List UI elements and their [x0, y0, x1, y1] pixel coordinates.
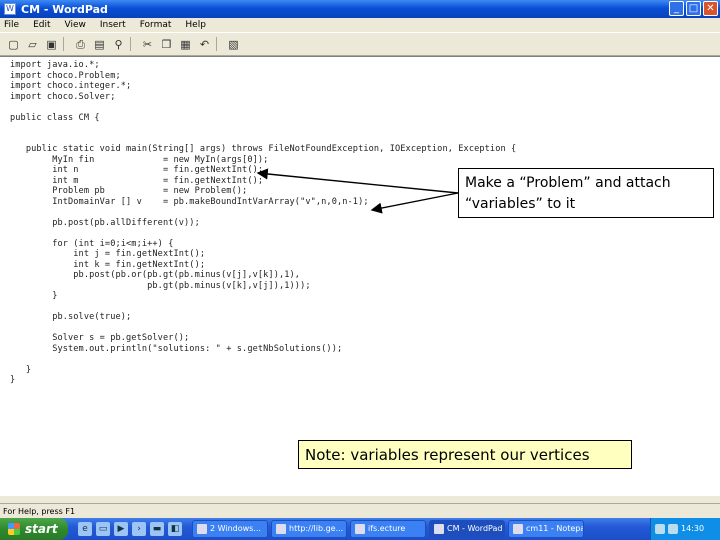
folder-icon — [197, 524, 207, 534]
toolbar-separator — [63, 37, 69, 51]
status-bar: For Help, press F1 — [0, 503, 720, 518]
tray-icon[interactable] — [668, 524, 678, 534]
menu-bar: File Edit View Insert Format Help — [0, 18, 720, 32]
code-text[interactable]: import java.io.*; import choco.Problem; im… — [10, 60, 516, 386]
window-title: CM - WordPad — [21, 2, 108, 16]
code-line: import choco.Problem; — [10, 70, 121, 81]
toolbar-separator — [130, 37, 136, 51]
notepad-icon — [513, 524, 523, 534]
code-line: } — [10, 375, 16, 385]
code-line: int n = fin.getNextInt(); — [10, 165, 264, 175]
code-line: IntDomainVar [] v = pb.makeBoundIntVarAr… — [10, 196, 369, 207]
find-icon[interactable]: ⚲ — [111, 37, 126, 52]
cut-icon[interactable]: ✂ — [140, 37, 155, 52]
task-label: 2 Windows... — [210, 524, 261, 533]
start-label: start — [25, 522, 58, 536]
code-line: Solver s = pb.getSolver(); — [10, 333, 190, 343]
desktop-icon[interactable]: ▭ — [96, 522, 110, 536]
task-notepad[interactable]: cm11 - Notepad — [508, 520, 584, 538]
undo-icon[interactable]: ↶ — [197, 37, 212, 52]
code-line: System.out.println("solutions: " + s.get… — [10, 343, 343, 354]
code-line: int j = fin.getNextInt(); — [10, 249, 206, 259]
tray-icon[interactable] — [655, 524, 665, 534]
save-icon[interactable]: ▣ — [44, 37, 59, 52]
task-lecture[interactable]: ifs.ecture — [350, 520, 426, 538]
cmd-icon[interactable]: › — [132, 522, 146, 536]
callout-problem-variables: Make a “Problem” and attach “variables” … — [458, 168, 714, 218]
task-label: ifs.ecture — [368, 524, 406, 533]
windows-flag-icon — [8, 523, 20, 535]
task-label: CM - WordPad — [447, 524, 503, 533]
maximize-button[interactable]: □ — [686, 1, 701, 16]
code-line: int m = fin.getNextInt(); — [10, 175, 264, 186]
system-tray: 14:30 — [650, 518, 720, 540]
document-icon — [355, 524, 365, 534]
paste-icon[interactable]: ▦ — [178, 37, 193, 52]
menu-view[interactable]: View — [65, 18, 86, 32]
code-line: int k = fin.getNextInt(); — [10, 259, 206, 270]
code-line: MyIn fin = new MyIn(args[0]); — [10, 154, 269, 165]
code-line: public class CM { — [10, 112, 100, 123]
code-line: } — [10, 364, 32, 375]
task-wordpad[interactable]: CM - WordPad — [429, 520, 505, 538]
menu-insert[interactable]: Insert — [100, 18, 126, 32]
title-bar[interactable]: W CM - WordPad _ □ ✕ — [0, 0, 720, 18]
code-line: pb.gt(pb.minus(v[k],v[j]),1))); — [10, 280, 311, 291]
explorer-icon[interactable]: ◧ — [168, 522, 182, 536]
menu-format[interactable]: Format — [140, 18, 172, 32]
close-button[interactable]: ✕ — [703, 1, 718, 16]
minimize-button[interactable]: _ — [669, 1, 684, 16]
wordpad-icon: W — [4, 3, 16, 15]
task-label: cm11 - Notepad — [526, 524, 584, 533]
task-windows-folder[interactable]: 2 Windows... — [192, 520, 268, 538]
menu-edit[interactable]: Edit — [33, 18, 50, 32]
quick-launch: e ▭ ▶ › ▬ ◧ — [78, 522, 182, 536]
toolbar: ▢ ▱ ▣ ⎙ ▤ ⚲ ✂ ❐ ▦ ↶ ▧ — [0, 32, 720, 56]
wordpad-icon — [434, 524, 444, 534]
code-line: pb.post(pb.allDifferent(v)); — [10, 217, 200, 228]
code-line: } — [10, 291, 58, 301]
print-icon[interactable]: ⎙ — [73, 37, 88, 52]
code-line: import java.io.*; — [10, 60, 100, 70]
ie-icon — [276, 524, 286, 534]
task-list: 2 Windows... http://lib.ge... ifs.ecture… — [192, 520, 584, 538]
code-line: import choco.integer.*; — [10, 81, 132, 91]
document-area[interactable]: import java.io.*; import choco.Problem; im… — [0, 56, 720, 496]
menu-help[interactable]: Help — [185, 18, 206, 32]
window-controls: _ □ ✕ — [669, 1, 718, 16]
copy-icon[interactable]: ❐ — [159, 37, 174, 52]
folder-icon[interactable]: ▬ — [150, 522, 164, 536]
code-line: pb.solve(true); — [10, 312, 132, 322]
task-label: http://lib.ge... — [289, 524, 344, 533]
clock: 14:30 — [681, 524, 705, 533]
toolbar-separator — [216, 37, 222, 51]
code-line: pb.post(pb.or(pb.gt(pb.minus(v[j],v[k]),… — [10, 270, 301, 280]
menu-file[interactable]: File — [4, 18, 19, 32]
open-icon[interactable]: ▱ — [25, 37, 40, 52]
code-line: for (int i=0;i<m;i++) { — [10, 238, 174, 249]
ie-icon[interactable]: e — [78, 522, 92, 536]
print-preview-icon[interactable]: ▤ — [92, 37, 107, 52]
media-icon[interactable]: ▶ — [114, 522, 128, 536]
note-box: Note: variables represent our vertices — [298, 440, 632, 469]
task-browser[interactable]: http://lib.ge... — [271, 520, 347, 538]
start-button[interactable]: start — [0, 518, 68, 540]
taskbar: start e ▭ ▶ › ▬ ◧ 2 Windows... http://li… — [0, 518, 720, 540]
code-line: public static void main(String[] args) t… — [10, 144, 517, 154]
code-line: Problem pb = new Problem(); — [10, 186, 248, 196]
new-icon[interactable]: ▢ — [6, 37, 21, 52]
code-line: import choco.Solver; — [10, 91, 116, 102]
insert-date-icon[interactable]: ▧ — [226, 37, 241, 52]
